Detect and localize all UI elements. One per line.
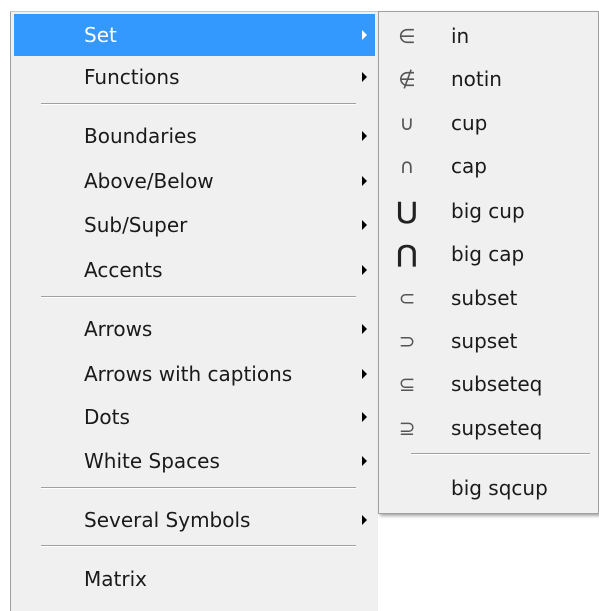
menu-item-label: White Spaces bbox=[84, 449, 220, 473]
menu-item-label: Several Symbols bbox=[84, 508, 251, 532]
menu-item-dots[interactable]: Dots bbox=[14, 396, 375, 438]
submenu-item-label: supseteq bbox=[451, 415, 543, 440]
submenu-item-label: supset bbox=[451, 328, 518, 353]
submenu-item-label: subset bbox=[451, 285, 518, 310]
not-element-of-icon: ∉ bbox=[398, 66, 416, 91]
submenu-arrow-icon bbox=[362, 131, 367, 141]
menu-item-label: Arrows with captions bbox=[84, 362, 293, 386]
menu-item-arrows-with-captions[interactable]: Arrows with captions bbox=[14, 353, 375, 395]
big-union-icon: ⋃ bbox=[396, 196, 418, 225]
subset-icon: ⊂ bbox=[398, 285, 416, 310]
big-intersection-icon: ⋂ bbox=[396, 239, 418, 268]
subset-equal-icon: ⊆ bbox=[398, 371, 416, 396]
menu-item-label: Arrows bbox=[84, 317, 153, 341]
submenu-arrow-icon bbox=[362, 176, 367, 186]
submenu-item-label: big sqcup bbox=[451, 475, 548, 500]
menu-item-several-symbols[interactable]: Several Symbols bbox=[14, 499, 375, 541]
submenu-item-label: subseteq bbox=[451, 371, 543, 396]
union-icon: ∪ bbox=[399, 110, 415, 135]
menu-item-arrows[interactable]: Arrows bbox=[14, 308, 375, 350]
submenu-item-subseteq[interactable]: ⊆ subseteq bbox=[381, 362, 596, 405]
submenu-arrow-icon bbox=[362, 515, 367, 525]
menu-item-label: Matrix bbox=[84, 567, 147, 591]
menu-item-label: Dots bbox=[84, 405, 130, 429]
submenu-arrow-icon bbox=[362, 412, 367, 422]
main-menu: Set Functions Boundaries Above/Below Sub… bbox=[10, 11, 378, 611]
superset-icon: ⊃ bbox=[398, 328, 416, 353]
submenu-item-big-cap[interactable]: ⋂ big cap bbox=[381, 232, 596, 275]
submenu-item-cap[interactable]: ∩ cap bbox=[381, 144, 596, 187]
submenu-item-label: big cup bbox=[451, 198, 525, 223]
submenu-item-notin[interactable]: ∉ notin bbox=[381, 57, 596, 100]
submenu-item-in[interactable]: ∈ in bbox=[381, 14, 596, 57]
submenu-item-label: notin bbox=[451, 66, 502, 91]
submenu-item-label: in bbox=[451, 23, 470, 48]
submenu-item-label: big cap bbox=[451, 241, 525, 266]
menu-item-boundaries[interactable]: Boundaries bbox=[14, 115, 375, 157]
submenu-item-supset[interactable]: ⊃ supset bbox=[381, 319, 596, 362]
menu-separator bbox=[41, 487, 356, 489]
submenu-arrow-icon bbox=[362, 30, 367, 40]
menu-item-set[interactable]: Set bbox=[14, 14, 375, 56]
intersection-icon: ∩ bbox=[399, 153, 415, 178]
submenu-separator bbox=[411, 453, 590, 455]
submenu-arrow-icon bbox=[362, 324, 367, 334]
set-submenu: ∈ in ∉ notin ∪ cup ∩ cap ⋃ big cup ⋂ big… bbox=[378, 11, 599, 514]
submenu-arrow-icon bbox=[362, 456, 367, 466]
menu-item-label: Functions bbox=[84, 65, 180, 89]
submenu-item-cup[interactable]: ∪ cup bbox=[381, 101, 596, 144]
menu-separator bbox=[41, 545, 356, 547]
submenu-item-label: cup bbox=[451, 110, 488, 135]
submenu-item-big-sqcup[interactable]: big sqcup bbox=[381, 466, 596, 509]
menu-item-sub-super[interactable]: Sub/Super bbox=[14, 204, 375, 246]
menu-item-accents[interactable]: Accents bbox=[14, 249, 375, 291]
element-of-icon: ∈ bbox=[398, 23, 416, 48]
menu-separator bbox=[41, 103, 356, 105]
menu-item-label: Set bbox=[84, 23, 117, 47]
submenu-arrow-icon bbox=[362, 220, 367, 230]
superset-equal-icon: ⊇ bbox=[398, 415, 416, 440]
menu-item-label: Above/Below bbox=[84, 169, 214, 193]
submenu-arrow-icon bbox=[362, 265, 367, 275]
menu-item-matrix[interactable]: Matrix bbox=[14, 558, 375, 600]
menu-item-white-spaces[interactable]: White Spaces bbox=[14, 440, 375, 482]
menu-item-label: Boundaries bbox=[84, 124, 197, 148]
menu-item-label: Accents bbox=[84, 258, 163, 282]
menu-item-label: Sub/Super bbox=[84, 213, 188, 237]
submenu-item-supseteq[interactable]: ⊇ supseteq bbox=[381, 406, 596, 449]
menu-item-functions[interactable]: Functions bbox=[14, 56, 375, 98]
menu-item-above-below[interactable]: Above/Below bbox=[14, 160, 375, 202]
submenu-item-label: cap bbox=[451, 153, 487, 178]
submenu-item-subset[interactable]: ⊂ subset bbox=[381, 276, 596, 319]
submenu-arrow-icon bbox=[362, 369, 367, 379]
menu-separator bbox=[41, 296, 356, 298]
submenu-arrow-icon bbox=[362, 72, 367, 82]
submenu-item-big-cup[interactable]: ⋃ big cup bbox=[381, 189, 596, 232]
